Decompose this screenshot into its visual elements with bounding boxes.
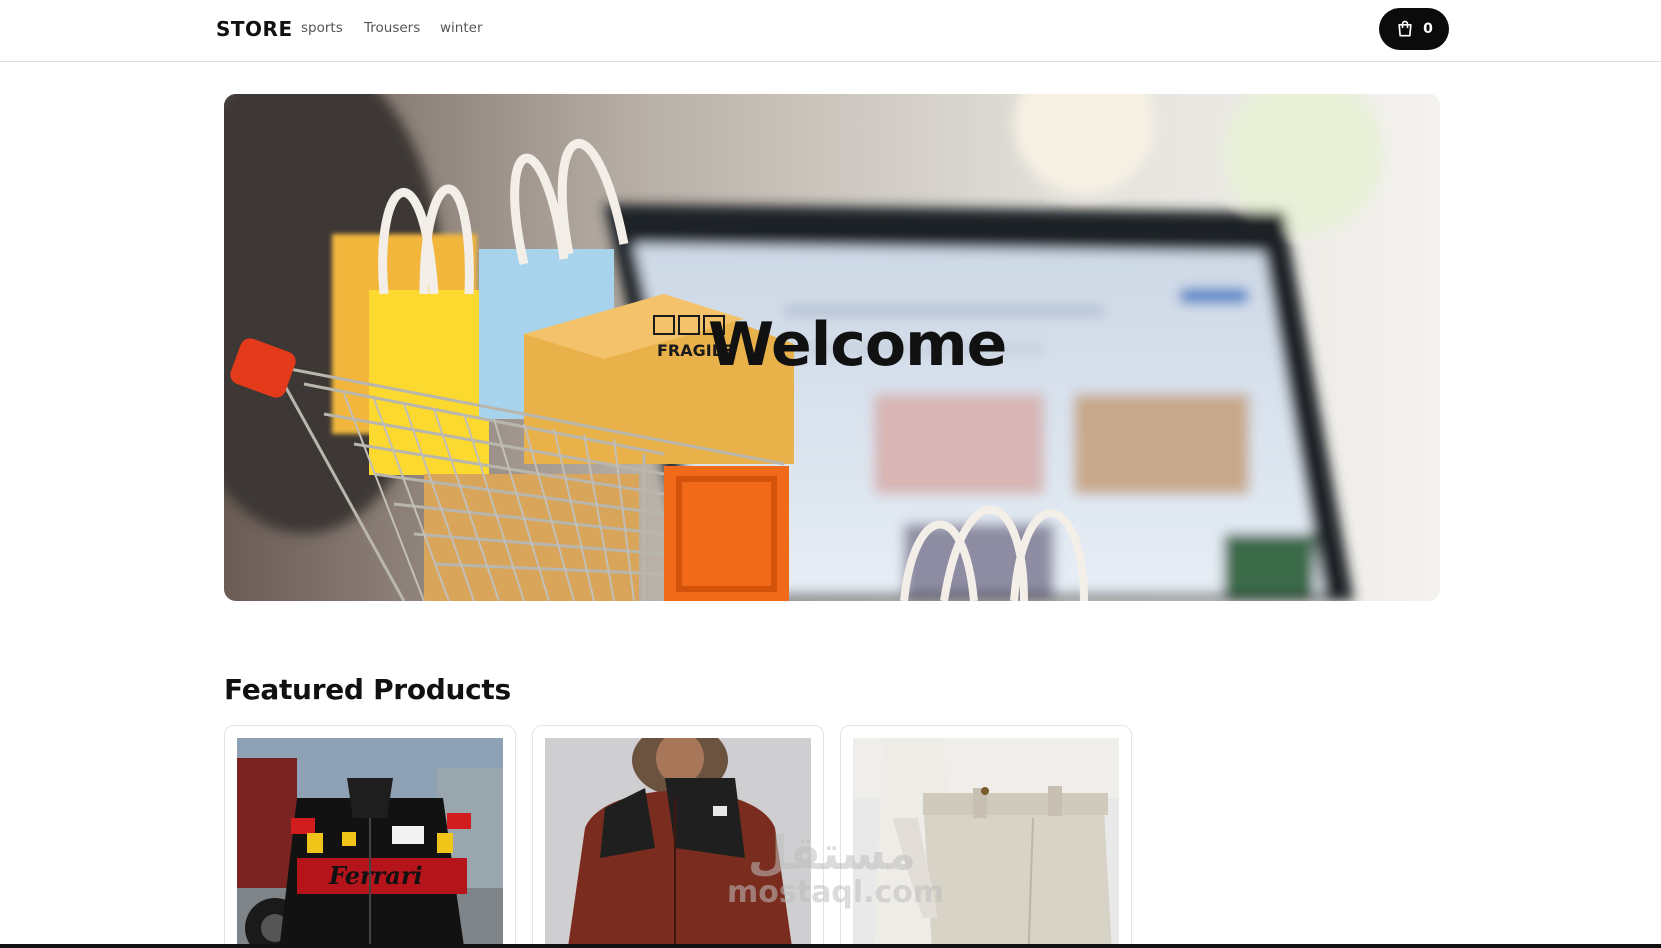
cart-count: 0 [1423, 21, 1433, 37]
nav-link-trousers[interactable]: Trousers [364, 20, 420, 36]
product-card[interactable]: Ferrari [224, 725, 516, 948]
svg-text:Ferrari: Ferrari [328, 861, 423, 890]
cart-button[interactable]: 0 [1379, 8, 1449, 50]
product-card[interactable] [840, 725, 1132, 948]
hero-banner: FRAGILE Welcome [224, 94, 1440, 601]
featured-products-title: Featured Products [224, 673, 511, 706]
product-image-trousers[interactable] [853, 738, 1119, 948]
shopping-bag-icon [1398, 20, 1412, 37]
navbar: STORE sports Trousers winter 0 [0, 0, 1661, 62]
hero-title: Welcome [708, 310, 1007, 380]
product-card[interactable] [532, 725, 824, 948]
bottom-edge-bar [0, 944, 1661, 948]
nav-link-sports[interactable]: sports [301, 20, 343, 36]
nav-link-winter[interactable]: winter [440, 20, 483, 36]
product-image-winter-parka[interactable] [545, 738, 811, 948]
product-image-ferrari-jacket[interactable]: Ferrari [237, 738, 503, 948]
brand-logo[interactable]: STORE [216, 17, 293, 41]
